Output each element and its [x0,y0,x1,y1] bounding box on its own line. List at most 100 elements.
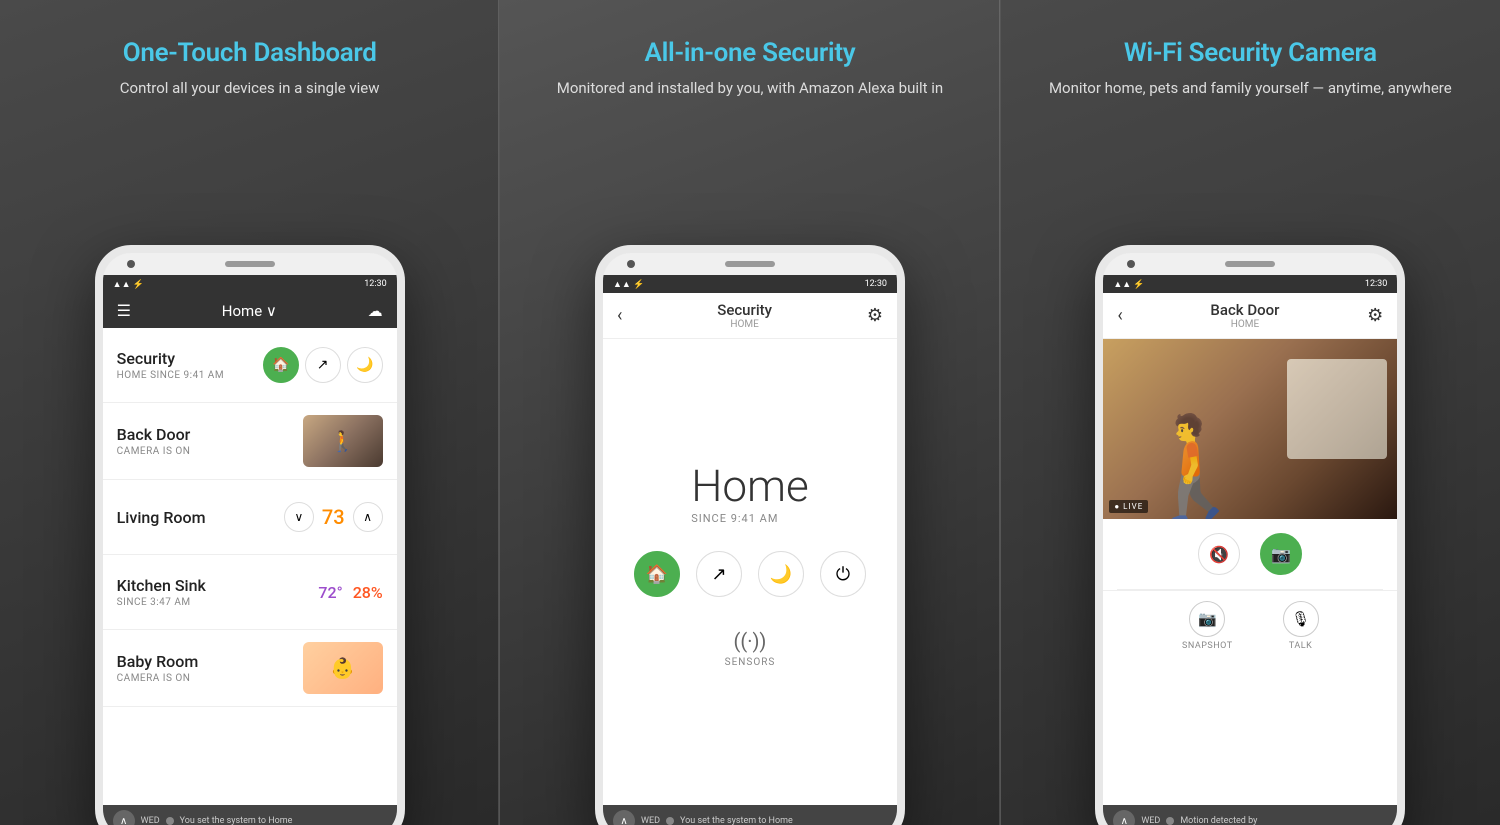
mode-home-btn[interactable]: 🏠 [263,347,299,383]
panel1-header: One-Touch Dashboard Control all your dev… [90,0,410,119]
phone3-wrapper: ▲▲ ⚡ 12:30 ‹ Back Door HOME ⚙ [1095,245,1405,825]
cam-snapshot-label: SNAPSHOT [1182,641,1233,651]
phone3-top [1103,253,1397,275]
babyroom-text: Baby Room CAMERA IS ON [117,652,303,684]
list-item-livingroom[interactable]: Living Room ∨ 73 ∧ [103,480,397,555]
panel1-subtitle: Control all your devices in a single vie… [120,78,380,99]
menu-icon[interactable]: ☰ [117,301,131,320]
cam-live-badge: ● LIVE [1109,500,1148,513]
notif-expand-btn2[interactable]: ∧ [613,810,635,825]
phone3: ▲▲ ⚡ 12:30 ‹ Back Door HOME ⚙ [1095,245,1405,825]
cam-talk-icon[interactable]: 🎙 [1283,601,1319,637]
backdoor-name: Back Door [117,425,303,444]
panel3-header: Wi-Fi Security Camera Monitor home, pets… [1019,0,1482,119]
phone2-camera-dot [627,260,635,268]
kitchen-humidity: 28% [353,583,383,602]
cam-talk-action[interactable]: 🎙 TALK [1283,601,1319,651]
phone3-app-header: ‹ Back Door HOME ⚙ [1103,293,1397,339]
sec-btn-night[interactable]: 🌙 [758,551,804,597]
panel2-title: All-in-one Security [557,38,943,68]
sec-btn-power[interactable]: ⏻ [820,551,866,597]
cam-kitchen-bg [1287,359,1387,459]
babyroom-sub: CAMERA IS ON [117,673,303,684]
security-main-screen: Home SINCE 9:41 AM 🏠 ↗ 🌙 ⏻ ((·)) SENSORS [603,339,897,805]
camera-video-feed[interactable]: 🚶 ● LIVE [1103,339,1397,519]
cam-person: 🚶 [1133,419,1258,519]
phone3-camera-dot [1127,260,1135,268]
notif-day1: WED [141,816,160,825]
notif-text2: You set the system to Home [680,816,793,825]
panel3-subtitle: Monitor home, pets and family yourself —… [1049,78,1452,99]
notif-text1: You set the system to Home [180,816,293,825]
notif-text3: Motion detected by [1180,816,1257,825]
cam-snapshot-action[interactable]: 📷 SNAPSHOT [1182,601,1233,651]
list-item-backdoor[interactable]: Back Door CAMERA IS ON 🚶 [103,403,397,480]
security-name: Security [117,349,263,368]
thermo-up-btn[interactable]: ∧ [353,502,383,532]
cam-gear-icon[interactable]: ⚙ [1367,305,1383,326]
mode-night-btn[interactable]: 🌙 [347,347,383,383]
backdoor-sub: CAMERA IS ON [117,446,303,457]
phone2-screen: ▲▲ ⚡ 12:30 ‹ Security HOME ⚙ Home SI [603,275,897,825]
cam-screen-sub: HOME [1210,319,1279,330]
kitchen-sub: SINCE 3:47 AM [117,597,319,608]
panel2-header: All-in-one Security Monitored and instal… [527,0,973,119]
camera-actions: 📷 SNAPSHOT 🎙 TALK [1103,590,1397,661]
babyroom-name: Baby Room [117,652,303,671]
list-item-kitchen[interactable]: Kitchen Sink SINCE 3:47 AM 72° 28% [103,555,397,630]
cam-mute-btn[interactable]: 🔇 [1198,533,1240,575]
security-sub: HOME SINCE 9:41 AM [117,370,263,381]
panel-security: All-in-one Security Monitored and instal… [499,0,1000,825]
sec-btn-home[interactable]: 🏠 [634,551,680,597]
cloud-icon[interactable]: ☁ [368,302,383,320]
kitchen-values: 72° 28% [318,583,382,602]
livingroom-name: Living Room [117,508,284,527]
backdoor-camera-thumb[interactable]: 🚶 [303,415,383,467]
phone3-signal-icons: ▲▲ ⚡ [1113,279,1361,290]
sensors-section[interactable]: ((·)) SENSORS [709,613,792,684]
phone1-home-title[interactable]: Home ∨ [222,302,277,320]
back-arrow-icon[interactable]: ‹ [617,305,622,326]
phone1-status-bar: ▲▲ ⚡ 12:30 [103,275,397,293]
phone3-speaker [1225,261,1275,267]
notif-expand-btn3[interactable]: ∧ [1113,810,1135,825]
phone2-wrapper: ▲▲ ⚡ 12:30 ‹ Security HOME ⚙ Home SI [595,245,905,825]
phone1-notif-bar[interactable]: ∧ WED You set the system to Home [103,805,397,825]
phone3-time: 12:30 [1365,279,1387,289]
phone1-wrapper: ▲▲ ⚡ 12:30 ☰ Home ∨ ☁ Security HOME SINC… [95,245,405,825]
notif-day2: WED [641,816,660,825]
thermo-value: 73 [322,505,345,529]
gear-icon[interactable]: ⚙ [867,305,883,326]
livingroom-text: Living Room [117,508,284,527]
kitchen-text: Kitchen Sink SINCE 3:47 AM [117,576,319,608]
phone3-notif-bar[interactable]: ∧ WED Motion detected by [1103,805,1397,825]
phone2: ▲▲ ⚡ 12:30 ‹ Security HOME ⚙ Home SI [595,245,905,825]
sec-btn-away[interactable]: ↗ [696,551,742,597]
phone1-time: 12:30 [364,279,386,289]
cam-snapshot-icon[interactable]: 📷 [1189,601,1225,637]
babyroom-camera-thumb[interactable]: 👶 [303,642,383,694]
list-item-security[interactable]: Security HOME SINCE 9:41 AM 🏠 ↗ 🌙 [103,328,397,403]
divider2 [999,0,1000,825]
cam-back-arrow[interactable]: ‹ [1117,305,1122,326]
mode-away-btn[interactable]: ↗ [305,347,341,383]
panel-one-touch: One-Touch Dashboard Control all your dev… [0,0,499,825]
notif-expand-btn[interactable]: ∧ [113,810,135,825]
thermostat-controls: ∨ 73 ∧ [284,502,383,532]
notif-dot [166,817,174,825]
kitchen-temp: 72° [318,583,342,602]
thermo-down-btn[interactable]: ∨ [284,502,314,532]
phone3-screen: ▲▲ ⚡ 12:30 ‹ Back Door HOME ⚙ [1103,275,1397,825]
security-controls: 🏠 ↗ 🌙 [263,347,383,383]
cam-record-btn[interactable]: 📷 [1260,533,1302,575]
phone2-notif-bar[interactable]: ∧ WED You set the system to Home [603,805,897,825]
phone2-top [603,253,897,275]
notif-dot3 [1166,817,1174,825]
panel1-title: One-Touch Dashboard [120,38,380,68]
phone1-screen: ▲▲ ⚡ 12:30 ☰ Home ∨ ☁ Security HOME SINC… [103,275,397,825]
notif-dot2 [666,817,674,825]
list-item-babyroom[interactable]: Baby Room CAMERA IS ON 👶 [103,630,397,707]
panel-camera: Wi-Fi Security Camera Monitor home, pets… [1001,0,1500,825]
phone3-status-bar: ▲▲ ⚡ 12:30 [1103,275,1397,293]
camera-controls: 🔇 📷 [1103,519,1397,589]
